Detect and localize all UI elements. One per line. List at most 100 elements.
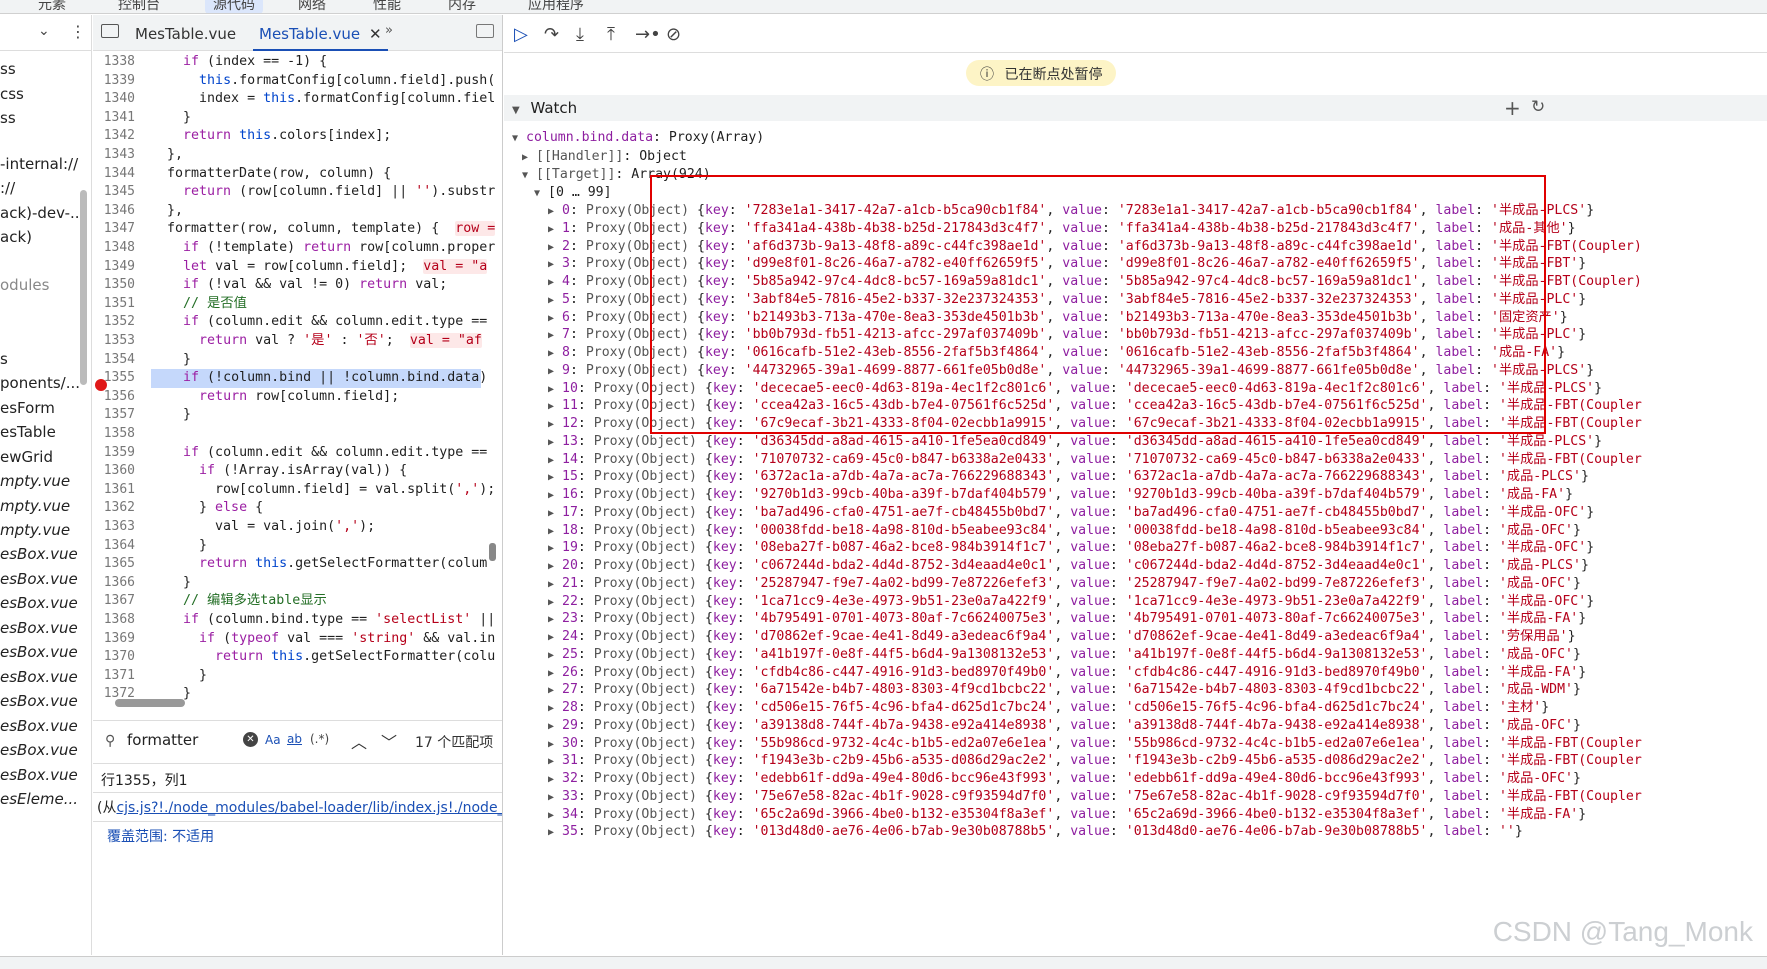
file-tree-item[interactable]: esBox.vue xyxy=(0,717,78,735)
devtools-tab[interactable]: 元素 xyxy=(30,0,74,13)
editor-vertical-scrollbar[interactable] xyxy=(489,543,496,561)
line-number[interactable]: 1365 xyxy=(93,555,135,574)
line-number[interactable]: 1358 xyxy=(93,425,135,444)
breakpoint-marker[interactable] xyxy=(95,379,107,391)
line-number[interactable]: 1343 xyxy=(93,146,135,165)
code-line[interactable]: 1355 if (!column.bind || !column.bind.da… xyxy=(104,369,487,388)
search-input[interactable]: formatter xyxy=(127,731,198,749)
line-number[interactable]: 1345 xyxy=(93,183,135,202)
array-entry[interactable]: ▶ 7: Proxy(Object) {key: 'bb0b793d-fb51-4… xyxy=(548,326,1586,344)
line-number[interactable]: 1360 xyxy=(93,462,135,481)
line-number[interactable]: 1339 xyxy=(93,72,135,91)
line-number[interactable]: 1341 xyxy=(93,109,135,128)
whole-word-toggle[interactable]: ab xyxy=(287,732,302,746)
line-number[interactable]: 1347 xyxy=(93,220,135,239)
line-number[interactable]: 1369 xyxy=(93,630,135,649)
code-line[interactable]: 1358 xyxy=(93,425,493,444)
array-entry[interactable]: ▶ 10: Proxy(Object) {key: 'dececae5-eec0-… xyxy=(548,380,1602,398)
devtools-tab[interactable]: 性能 xyxy=(365,0,409,13)
line-number[interactable]: 1350 xyxy=(93,276,135,295)
chevron-down-icon[interactable]: ⌄ xyxy=(38,23,50,39)
array-entry[interactable]: ▶ 11: Proxy(Object) {key: 'ccea42a3-16c5-… xyxy=(548,397,1642,415)
editor-horizontal-scrollbar[interactable] xyxy=(115,699,185,707)
file-tree-item[interactable]: ss xyxy=(0,109,16,127)
array-entry[interactable]: ▶ 0: Proxy(Object) {key: '7283e1a1-3417-4… xyxy=(548,202,1594,220)
file-tree-item[interactable]: esBox.vue xyxy=(0,643,78,661)
line-number[interactable]: 1363 xyxy=(93,518,135,537)
array-entry[interactable]: ▶ 18: Proxy(Object) {key: '00038fdd-be18-… xyxy=(548,522,1581,540)
line-number[interactable]: 1349 xyxy=(93,258,135,277)
code-line[interactable]: 1362 } else { xyxy=(93,499,493,518)
step-out-icon[interactable]: ⤒ xyxy=(607,24,615,45)
source-link[interactable]: cjs.js?!./node_modules/babel-loader/lib/… xyxy=(116,800,502,816)
file-tree-item[interactable]: ss xyxy=(0,60,16,78)
file-tree-item[interactable]: esBox.vue xyxy=(0,619,78,637)
devtools-tab[interactable]: 网络 xyxy=(290,0,334,13)
file-tree-item[interactable]: css xyxy=(0,85,24,103)
file-tree-item[interactable]: esForm xyxy=(0,399,55,417)
line-number[interactable]: 1346 xyxy=(93,202,135,221)
next-match-icon[interactable]: ﹀ xyxy=(381,729,397,753)
file-tree-item[interactable]: s xyxy=(0,350,8,368)
line-number[interactable]: 1353 xyxy=(93,332,135,351)
array-entry[interactable]: ▶ 26: Proxy(Object) {key: 'cfdb4c86-c447-… xyxy=(548,664,1586,682)
code-line[interactable]: 1363 val = val.join(','); xyxy=(93,518,493,537)
toggle-debugger-icon[interactable] xyxy=(476,24,494,38)
step-icon[interactable]: →• xyxy=(635,24,661,45)
watch-expression[interactable]: ▼ column.bind.data: Proxy(Array) xyxy=(512,129,764,147)
file-tree-item[interactable]: ack)-dev-... xyxy=(0,204,84,222)
array-entry[interactable]: ▶ 34: Proxy(Object) {key: '65c2a69d-3966-… xyxy=(548,806,1586,824)
line-number[interactable]: 1368 xyxy=(93,611,135,630)
line-number[interactable]: 1364 xyxy=(93,537,135,556)
file-tree-item[interactable]: :// xyxy=(0,179,15,197)
code-line[interactable]: 1359 if (column.edit && column.edit.type… xyxy=(93,444,493,463)
file-tree-item[interactable]: esBox.vue xyxy=(0,741,78,759)
file-tree-item[interactable]: esBox.vue xyxy=(0,766,78,784)
array-entry[interactable]: ▶ 24: Proxy(Object) {key: 'd70862ef-9cae-… xyxy=(548,628,1576,646)
code-line[interactable]: 1341 } xyxy=(93,109,493,128)
file-tree-item[interactable]: esBox.vue xyxy=(0,570,78,588)
navigator-scrollbar[interactable] xyxy=(80,190,87,385)
array-entry[interactable]: ▶ 22: Proxy(Object) {key: '1ca71cc9-4e3e-… xyxy=(548,593,1594,611)
refresh-icon[interactable]: ↻ xyxy=(1531,97,1545,117)
code-line[interactable]: 1364 } xyxy=(93,537,493,556)
code-line[interactable]: 1351 // 是否值 xyxy=(93,295,493,314)
line-number[interactable]: 1352 xyxy=(93,313,135,332)
tab-mestable-2[interactable]: MesTable.vue ✕ xyxy=(253,25,388,51)
code-line[interactable]: 1349 let val = row[column.field]; val = … xyxy=(93,258,493,277)
array-entry[interactable]: ▶ 4: Proxy(Object) {key: '5b85a942-97c4-4… xyxy=(548,273,1642,291)
code-line[interactable]: 1368 if (column.bind.type == 'selectList… xyxy=(93,611,496,630)
line-number[interactable]: 1366 xyxy=(93,574,135,593)
previous-match-icon[interactable]: ︿ xyxy=(351,729,367,753)
file-tree-item[interactable]: mpty.vue xyxy=(0,472,70,490)
line-number[interactable]: 1340 xyxy=(93,90,135,109)
coverage-info[interactable]: 覆盖范围: 不适用 xyxy=(93,821,502,851)
line-number[interactable]: 1359 xyxy=(93,444,135,463)
code-line[interactable]: 1357 } xyxy=(93,406,493,425)
close-icon[interactable]: ✕ xyxy=(369,25,382,43)
line-number[interactable]: 1357 xyxy=(93,406,135,425)
array-entry[interactable]: ▶ 5: Proxy(Object) {key: '3abf84e5-7816-4… xyxy=(548,291,1586,309)
array-entry[interactable]: ▶ 1: Proxy(Object) {key: 'ffa341a4-438b-4… xyxy=(548,220,1576,238)
code-line[interactable]: 1346 }, xyxy=(93,202,493,221)
array-entry[interactable]: ▶ 31: Proxy(Object) {key: 'f1943e3b-c2b9-… xyxy=(548,752,1642,770)
array-entry[interactable]: ▶ 35: Proxy(Object) {key: '013d48d0-ae76-… xyxy=(548,823,1523,841)
file-tree-item[interactable]: esBox.vue xyxy=(0,692,78,710)
code-line[interactable]: 1366 } xyxy=(93,574,493,593)
code-line[interactable]: 1345 return (row[column.field] || '').su… xyxy=(93,183,496,202)
code-line[interactable]: 1342 return this.colors[index]; xyxy=(93,127,493,146)
deactivate-breakpoints-icon[interactable]: ⊘ xyxy=(666,24,681,45)
array-entry[interactable]: ▶ 19: Proxy(Object) {key: '08eba27f-b087-… xyxy=(548,539,1594,557)
code-line[interactable]: 1371 } xyxy=(93,667,493,686)
line-number[interactable]: 1348 xyxy=(93,239,135,258)
handler-node[interactable]: ▶ [[Handler]]: Object xyxy=(522,148,687,166)
code-line[interactable]: 1344 formatterDate(row, column) { xyxy=(93,165,493,184)
array-entry[interactable]: ▶ 27: Proxy(Object) {key: '6a71542e-b4b7-… xyxy=(548,681,1581,699)
code-line[interactable]: 1360 if (!Array.isArray(val)) { xyxy=(93,462,493,481)
code-line[interactable]: 1356 return row[column.field]; xyxy=(93,388,493,407)
file-tree-item[interactable]: esBox.vue xyxy=(0,668,78,686)
line-number[interactable]: 1351 xyxy=(93,295,135,314)
clear-search-icon[interactable]: ✕ xyxy=(243,732,258,747)
line-number[interactable]: 1344 xyxy=(93,165,135,184)
file-tree-item[interactable]: esBox.vue xyxy=(0,545,78,563)
